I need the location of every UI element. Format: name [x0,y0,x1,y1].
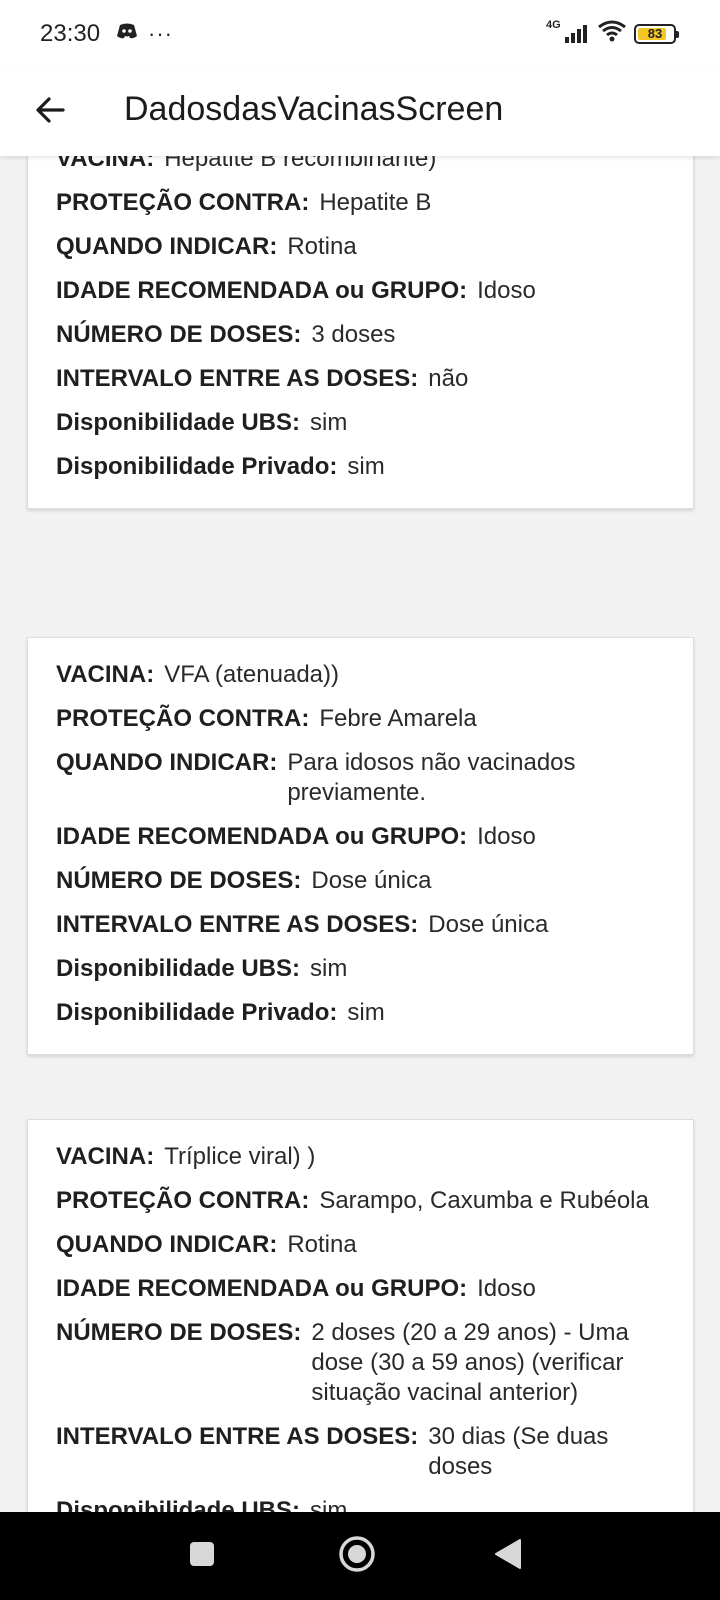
field-label: VACINA: [56,661,155,688]
navigation-bar [0,1512,720,1600]
field-value: Tríplice viral) ) [164,1143,316,1170]
field-label: QUANDO INDICAR: [56,749,278,776]
field-label: QUANDO INDICAR: [56,233,278,260]
field-value: Sarampo, Caxumba e Rubéola [319,1187,649,1214]
vaccine-field: PROTEÇÃO CONTRA: Febre Amarela [56,704,665,734]
vaccine-list[interactable]: VACINA: Hepatite B recombinante) PROTEÇÃO … [0,156,720,1512]
recent-apps-button[interactable] [176,1530,228,1582]
home-button[interactable] [331,1530,383,1582]
back-triangle-icon [494,1538,522,1575]
battery-icon: 83 [634,23,679,44]
vaccine-field: QUANDO INDICAR: Rotina [56,1230,665,1260]
vaccine-field: Disponibilidade UBS: sim [56,954,665,984]
page-title: DadosdasVacinasScreen [124,90,504,128]
home-circle-icon [338,1535,376,1578]
field-value: sim [347,999,385,1026]
vaccine-field: VACINA: Hepatite B recombinante) [56,156,665,174]
field-value: Dose única [311,867,432,894]
vaccine-field: Disponibilidade Privado: sim [56,998,665,1028]
field-value: 30 dias (Se duas doses [428,1423,609,1480]
vaccine-field: VACINA: Tríplice viral) ) [56,1142,665,1172]
field-label: NÚMERO DE DOSES: [56,321,302,348]
field-label: QUANDO INDICAR: [56,1231,278,1258]
vaccine-field: INTERVALO ENTRE AS DOSES: não [56,364,665,394]
field-value: Hepatite B [319,189,432,216]
field-value: Febre Amarela [319,705,477,732]
field-label: NÚMERO DE DOSES: [56,867,302,894]
field-label: VACINA: [56,156,155,172]
field-value: sim [347,453,385,480]
field-value: Hepatite B recombinante) [164,156,437,172]
field-label: IDADE RECOMENDADA ou GRUPO: [56,823,468,850]
wifi-icon [598,20,626,47]
battery-percent: 83 [647,26,663,41]
vaccine-field: Disponibilidade Privado: sim [56,452,665,482]
cell-signal-icon: 4G [546,19,590,45]
field-label: NÚMERO DE DOSES: [56,1319,302,1346]
vaccine-field: IDADE RECOMENDADA ou GRUPO: Idoso [56,822,665,852]
field-value: Idoso [477,823,536,850]
field-value: 2 doses (20 a 29 anos) - Uma dose (30 a … [311,1319,629,1406]
field-label: Disponibilidade UBS: [56,409,301,436]
vaccine-field: IDADE RECOMENDADA ou GRUPO: Idoso [56,276,665,306]
status-time: 23:30 [40,20,101,47]
status-bar: 23:30 ··· 4G 83 [0,0,720,68]
vaccine-field: INTERVALO ENTRE AS DOSES: Dose única [56,910,665,940]
field-value: Rotina [287,233,357,260]
recent-apps-square-icon [189,1541,215,1572]
discord-icon [116,22,138,45]
field-label: PROTEÇÃO CONTRA: [56,189,310,216]
field-label: Disponibilidade UBS: [56,1497,301,1512]
vaccine-card: VACINA: VFA (atenuada)) PROTEÇÃO CONTRA: Fe… [27,637,694,1055]
app-bar: DadosdasVacinasScreen [0,68,720,156]
vaccine-field: VACINA: VFA (atenuada)) [56,660,665,690]
vaccine-field: PROTEÇÃO CONTRA: Sarampo, Caxumba e Rubéo… [56,1186,665,1216]
field-label: IDADE RECOMENDADA ou GRUPO: [56,1275,468,1302]
back-button[interactable] [24,86,76,138]
field-value: Dose única [428,911,549,938]
field-value: Para idosos não vacinados previamente. [287,749,576,806]
vaccine-field: PROTEÇÃO CONTRA: Hepatite B [56,188,665,218]
vaccine-card: VACINA: Hepatite B recombinante) PROTEÇÃO … [27,156,694,509]
vaccine-field: NÚMERO DE DOSES: 2 doses (20 a 29 anos) -… [56,1318,665,1408]
field-label: Disponibilidade Privado: [56,999,338,1026]
field-label: PROTEÇÃO CONTRA: [56,1187,310,1214]
vaccine-field: Disponibilidade UBS: sim [56,408,665,438]
field-value: sim [310,955,348,982]
field-label: VACINA: [56,1143,155,1170]
system-back-button[interactable] [482,1530,534,1582]
field-value: 3 doses [311,321,396,348]
vaccine-field: NÚMERO DE DOSES: Dose única [56,866,665,896]
field-label: IDADE RECOMENDADA ou GRUPO: [56,277,468,304]
arrow-left-icon [35,96,65,128]
field-value: Rotina [287,1231,357,1258]
vaccine-field: NÚMERO DE DOSES: 3 doses [56,320,665,350]
field-label: PROTEÇÃO CONTRA: [56,705,310,732]
field-value: Idoso [477,1275,536,1302]
field-label: Disponibilidade Privado: [56,453,338,480]
vaccine-card: VACINA: Tríplice viral) ) PROTEÇÃO CONTRA:… [27,1119,694,1512]
field-value: VFA (atenuada)) [164,661,339,688]
field-label: INTERVALO ENTRE AS DOSES: [56,365,419,392]
vaccine-field: QUANDO INDICAR: Rotina [56,232,665,262]
field-label: Disponibilidade UBS: [56,955,301,982]
field-label: INTERVALO ENTRE AS DOSES: [56,911,419,938]
field-label: INTERVALO ENTRE AS DOSES: [56,1423,419,1450]
field-value: Idoso [477,277,536,304]
system-icons: 4G 83 [546,19,679,47]
vaccine-field: Disponibilidade UBS: sim [56,1496,665,1512]
more-notifications-icon: ··· [148,20,173,46]
vaccine-field: INTERVALO ENTRE AS DOSES: 30 dias (Se dua… [56,1422,665,1482]
field-value: não [428,365,469,392]
vaccine-field: IDADE RECOMENDADA ou GRUPO: Idoso [56,1274,665,1304]
notification-icons: ··· [116,22,173,45]
field-value: sim [310,1497,348,1512]
vaccine-field: QUANDO INDICAR: Para idosos não vacinados… [56,748,665,808]
field-value: sim [310,409,348,436]
